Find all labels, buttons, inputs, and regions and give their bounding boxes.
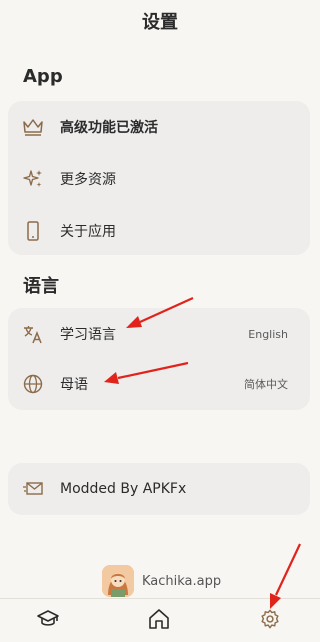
section-title-app: App (23, 66, 63, 87)
learning-language-label: 学习语言 (60, 327, 116, 343)
app-card: 高级功能已激活 更多资源 关于应用 (8, 101, 310, 255)
brand-name: Kachika.app (142, 573, 222, 589)
graduation-cap-icon (36, 607, 60, 635)
native-language-value: 简体中文 (244, 378, 288, 391)
section-title-language: 语言 (23, 276, 59, 297)
modded-card: Modded By APKFx (8, 463, 310, 515)
translate-icon (22, 323, 44, 345)
premium-status-item[interactable]: 高级功能已激活 (8, 105, 310, 149)
modded-by-label: Modded By APKFx (60, 481, 187, 497)
more-resources-item[interactable]: 更多资源 (8, 157, 310, 201)
language-card: 学习语言 English 母语 简体中文 (8, 308, 310, 410)
page-title: 设置 (142, 12, 178, 33)
nav-learn-button[interactable] (36, 609, 60, 633)
more-resources-label: 更多资源 (60, 172, 116, 188)
premium-status-label: 高级功能已激活 (60, 120, 158, 136)
modded-by-item[interactable]: Modded By APKFx (8, 467, 310, 511)
nav-settings-button[interactable] (258, 609, 282, 633)
crown-icon (22, 116, 44, 138)
bottom-nav (0, 598, 320, 642)
home-icon (147, 607, 171, 635)
phone-icon (22, 220, 44, 242)
brand[interactable]: Kachika.app (102, 565, 221, 597)
about-app-item[interactable]: 关于应用 (8, 209, 310, 253)
nav-home-button[interactable] (147, 609, 171, 633)
about-app-label: 关于应用 (60, 224, 116, 240)
mail-icon (22, 478, 44, 500)
globe-icon (22, 373, 44, 395)
native-language-item[interactable]: 母语 简体中文 (8, 362, 310, 406)
sparkle-icon (22, 168, 44, 190)
gear-icon (259, 608, 281, 634)
brand-logo (102, 565, 134, 597)
learning-language-item[interactable]: 学习语言 English (8, 312, 310, 356)
learning-language-value: English (248, 327, 288, 341)
native-language-label: 母语 (60, 377, 88, 393)
